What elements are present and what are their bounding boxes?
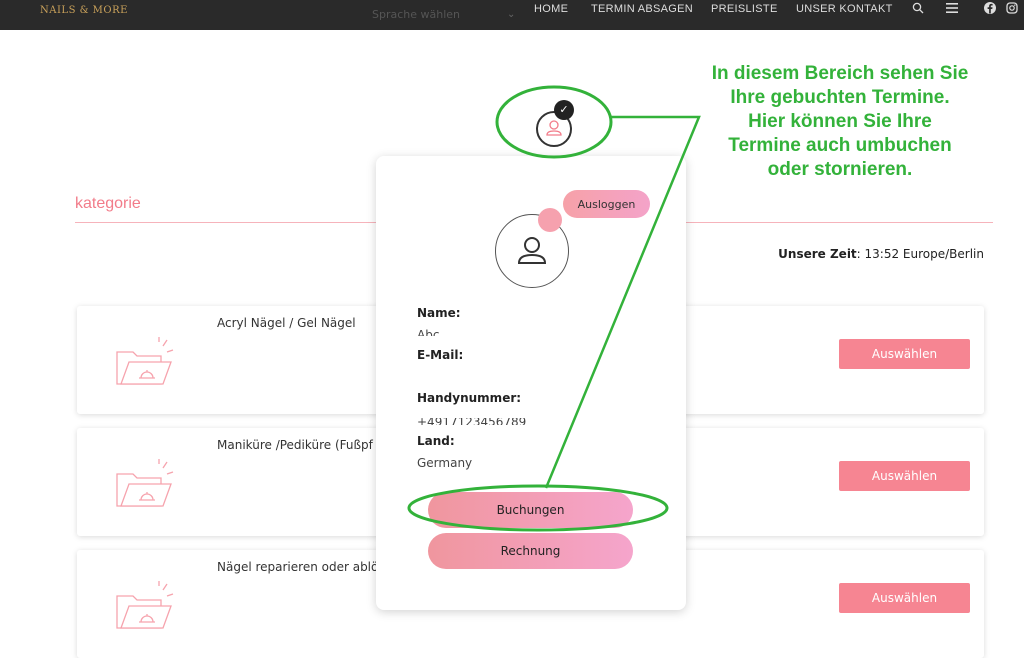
annotation-line [544,115,701,489]
highlight-ellipse-profile [495,85,613,159]
annotation-line-5: oder stornieren. [767,159,913,180]
annotation-line-3: Hier können Sie Ihre [748,111,932,132]
annotation-line-1: In diesem Bereich sehen Sie [711,63,969,84]
annotation-line-4: Termine auch umbuchen [728,135,952,156]
annotation-text: In diesem Bereich sehen Sie Ihre gebucht… [690,62,990,182]
highlight-ellipse-bookings [407,484,669,532]
annotation-line-2: Ihre gebuchten Termine. [730,87,950,108]
